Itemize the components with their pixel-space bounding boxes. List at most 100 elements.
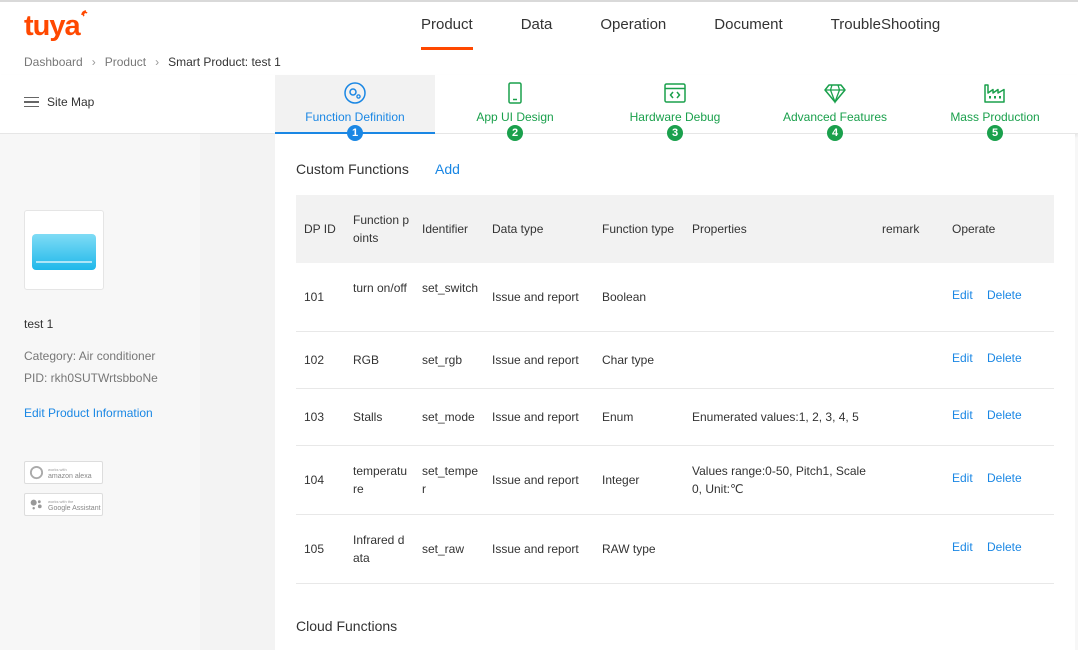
edit-button[interactable]: Edit [952,408,973,422]
step-app-ui-design[interactable]: App UI Design 2 [435,75,595,141]
delete-button[interactable]: Delete [987,471,1022,485]
tuya-logo[interactable]: tuya [24,10,88,42]
breadcrumb-product[interactable]: Product [105,55,146,69]
product-category: Category: Air conditioner [24,349,156,363]
cell-data-type: Issue and report [492,290,579,304]
cell-function-point: temperature [353,464,408,496]
gear-cog-icon [344,82,366,104]
cloud-functions-title: Cloud Functions [296,618,398,634]
edit-button[interactable]: Edit [952,471,973,485]
cell-identifier: set_raw [422,542,465,556]
cell-identifier: set_rgb [422,353,463,367]
custom-functions-title: Custom Functions [296,161,409,177]
cell-identifier: set_temper [422,464,479,496]
cell-function-point: turn on/off [353,281,407,295]
phone-icon [508,82,522,104]
cell-identifier: set_switch [422,281,479,295]
col-operate: Operate [952,222,996,236]
nav-item-operation[interactable]: Operation [576,2,690,50]
logo-wave-icon [81,10,88,17]
breadcrumb-current: Smart Product: test 1 [168,55,281,69]
main-content: Custom Functions Add DP ID Function poin… [275,134,1075,650]
cell-function-type: Boolean [602,290,647,304]
col-data-type: Data type [492,222,544,236]
col-remark: remark [882,222,920,236]
top-header: tuya Product Data Operation Document Tro… [0,0,1078,75]
cell-dp-id: 101 [304,290,325,304]
col-dp-id: DP ID [304,222,336,236]
delete-button[interactable]: Delete [987,540,1022,554]
cell-properties: Values range:0-50, Pitch1, Scale 0, Unit… [692,464,866,496]
breadcrumb-dashboard[interactable]: Dashboard [24,55,83,69]
cell-function-point: Stalls [353,410,383,424]
step-label: Function Definition [305,110,405,124]
badge-big-text: Google Assistant [48,504,101,512]
cell-function-type: Integer [602,473,640,487]
nav-item-label: Product [421,16,473,33]
add-function-link[interactable]: Add [435,161,460,177]
cell-data-type: Issue and report [492,410,579,424]
factory-icon [984,84,1005,103]
code-window-icon [664,83,686,103]
nav-item-data[interactable]: Data [497,2,577,50]
product-sidebar: test 1 Category: Air conditioner PID: rk… [0,134,200,650]
table-row: 104 temperature set_temper Issue and rep… [296,446,1054,515]
cell-data-type: Issue and report [492,353,579,367]
nav-item-label: TroubleShooting [830,16,941,33]
step-number: 3 [667,125,683,141]
breadcrumb: Dashboard › Product › Smart Product: tes… [24,55,281,69]
cell-data-type: Issue and report [492,473,579,487]
table-row: 101 turn on/off set_switch Issue and rep… [296,263,1054,332]
col-properties: Properties [692,222,747,236]
delete-button[interactable]: Delete [987,408,1022,422]
edit-product-link[interactable]: Edit Product Information [24,406,153,420]
step-bar: Site Map Function Definition 1 App UI De… [0,75,1078,141]
nav-item-label: Operation [600,16,667,33]
edit-button[interactable]: Edit [952,540,973,554]
cell-data-type: Issue and report [492,542,579,556]
col-function-type: Function type [602,222,675,236]
cell-function-type: Enum [602,410,634,424]
badge-big-text: amazon alexa [48,472,92,480]
step-mass-production[interactable]: Mass Production 5 [915,75,1075,141]
product-thumbnail [24,210,104,290]
step-number: 1 [347,125,363,141]
hamburger-icon [24,96,39,108]
edit-button[interactable]: Edit [952,288,973,302]
table-row: 103 Stalls set_mode Issue and report Enu… [296,389,1054,446]
google-assistant-badge[interactable]: works with the Google Assistant [24,493,103,516]
cell-function-type: RAW type [602,542,656,556]
diamond-icon [824,84,846,104]
functions-table: DP ID Function points Identifier Data ty… [296,195,1054,584]
edit-button[interactable]: Edit [952,351,973,365]
logo-text: tuya [24,10,81,42]
nav-item-troubleshooting[interactable]: TroubleShooting [807,2,965,50]
step-hardware-debug[interactable]: Hardware Debug 3 [595,75,755,141]
nav-item-label: Document [714,16,783,33]
amazon-alexa-badge[interactable]: works with amazon alexa [24,461,103,484]
col-function-points: Function points [353,213,410,245]
content-gutter [200,134,275,650]
step-label: App UI Design [476,110,554,124]
delete-button[interactable]: Delete [987,288,1022,302]
table-row: 102 RGB set_rgb Issue and report Char ty… [296,332,1054,389]
cell-function-type: Char type [602,353,655,367]
cell-function-point: Infrared data [353,533,405,565]
cell-function-point: RGB [353,353,380,367]
step-advanced-features[interactable]: Advanced Features 4 [755,75,915,141]
site-map-button[interactable]: Site Map [24,95,94,109]
delete-button[interactable]: Delete [987,351,1022,365]
nav-item-product[interactable]: Product [397,2,497,50]
step-label: Mass Production [950,110,1040,124]
col-identifier: Identifier [422,222,469,236]
product-pid: PID: rkh0SUTWrtsbboNe [24,371,158,385]
cell-dp-id: 103 [304,410,325,424]
step-function-definition[interactable]: Function Definition 1 [275,75,435,141]
cell-dp-id: 102 [304,353,325,367]
air-conditioner-image [32,234,96,270]
step-label: Hardware Debug [629,110,721,124]
google-assistant-dots-icon [30,499,42,510]
badge-small-text: works with the [48,498,74,504]
nav-item-document[interactable]: Document [690,2,806,50]
chevron-right-icon: › [155,55,160,69]
